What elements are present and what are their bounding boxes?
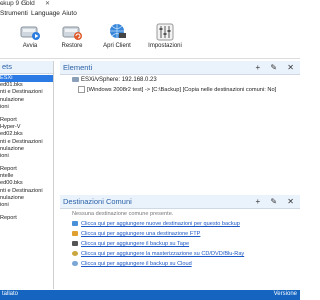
settings-sliders-icon [156, 23, 174, 41]
empty-destinations-note: Nessuna destinazione comune presente. [72, 211, 174, 217]
server-node[interactable]: ESXi/vSphere: 192.168.0.23 [72, 77, 157, 83]
backup-item[interactable]: [Windows 2008r2 test] -> [C:\Backup] [Co… [78, 86, 276, 93]
disk-play-icon [20, 26, 40, 40]
status-bar: tallato Versione [0, 290, 300, 300]
restore-button[interactable]: Restore [52, 20, 92, 58]
add-disc-link[interactable]: Clicca qui per aggiungere la masterizzaz… [72, 251, 244, 257]
elementi-panel: Elementi + ✎ ✕ ESXi/vSphere: 192.168.0.2… [60, 61, 300, 191]
tree-item[interactable]: Report [0, 117, 53, 124]
menu-language[interactable]: Language [31, 10, 60, 17]
add-destination-link[interactable]: Clicca qui per aggiungere nuove destinaz… [72, 221, 240, 227]
tree-item[interactable]: ed02.bks [0, 131, 53, 138]
apri-client-button[interactable]: Apri Client [97, 20, 137, 58]
link-text: Clicca qui per aggiungere la masterizzaz… [81, 251, 245, 257]
menu-aiuto[interactable]: Aiuto [62, 10, 77, 17]
add-tape-link[interactable]: Clicca qui per aggiungere il backup su T… [72, 241, 189, 247]
tree-item[interactable]: nti e Destinazioni [0, 139, 53, 146]
apri-client-label: Apri Client [103, 43, 131, 49]
vm-icon [78, 86, 85, 93]
server-label: ESXi/vSphere: 192.168.0.23 [81, 77, 157, 84]
left-panel-title: ets [0, 61, 53, 74]
status-left: tallato [2, 291, 19, 297]
tape-icon [72, 241, 78, 247]
network-client-icon [110, 24, 126, 38]
tree-item[interactable]: ioni [0, 153, 53, 160]
impostazioni-label: Impostazioni [148, 43, 182, 49]
toolbar: Avvia Restore Apri Client Impostazioni [0, 20, 300, 58]
avvia-label: Avvia [22, 43, 38, 49]
elementi-title: Elementi [63, 63, 93, 72]
folder-icon [72, 221, 78, 227]
link-text: Clicca qui per aggiungere nuove destinaz… [81, 221, 240, 227]
tree-item[interactable]: ESXi [0, 75, 53, 83]
tree-item[interactable]: nulazione [0, 97, 53, 104]
toolbar-divider [0, 58, 300, 59]
window-controls[interactable]: ─ ☐ ✕ [0, 0, 298, 7]
link-text: Clicca qui per aggiungere il backup su T… [81, 241, 190, 247]
avvia-button[interactable]: Avvia [10, 20, 50, 58]
tree-item[interactable]: ed00.bks [0, 180, 53, 187]
disk-restore-icon [62, 26, 82, 40]
server-icon [72, 77, 79, 82]
title-bar: ckup 9 Gold ─ ☐ ✕ [0, 0, 300, 9]
tree-item[interactable]: nti e Destinazioni [0, 188, 53, 195]
destinazioni-panel: Destinazioni Comuni + ✎ ✕ Nessuna destin… [60, 195, 300, 289]
tree-item[interactable]: Report [0, 166, 53, 173]
elementi-header: Elementi + ✎ ✕ [60, 61, 300, 75]
tree-item[interactable]: ioni [0, 202, 53, 209]
ftp-icon [72, 231, 78, 237]
destinazioni-header: Destinazioni Comuni + ✎ ✕ [60, 195, 300, 209]
impostazioni-button[interactable]: Impostazioni [145, 20, 185, 58]
cloud-icon [72, 261, 78, 267]
link-text: Clicca qui per aggiungere il backup su C… [81, 261, 192, 267]
disc-icon [72, 251, 78, 257]
tree-item[interactable]: Report [0, 215, 53, 222]
menu-bar: Strumenti Language Aiuto [0, 10, 300, 19]
tree-item[interactable]: nti e Destinazioni [0, 89, 53, 96]
elementi-actions[interactable]: + ✎ ✕ [255, 61, 298, 74]
tree-item[interactable]: nulazione [0, 195, 53, 202]
tree-item[interactable]: ed01.bks [0, 82, 53, 89]
backup-item-label: [Windows 2008r2 test] -> [C:\Backup] [Co… [87, 87, 277, 93]
tree-item[interactable]: nulazione [0, 146, 53, 153]
restore-label: Restore [61, 43, 83, 49]
add-ftp-link[interactable]: Clicca qui per aggiungere una destinazio… [72, 231, 200, 237]
menu-strumenti[interactable]: Strumenti [0, 10, 28, 17]
status-version: Versione [273, 291, 297, 297]
add-cloud-link[interactable]: Clicca qui per aggiungere il backup su C… [72, 261, 192, 267]
tree-item[interactable]: Hyper-V [0, 124, 53, 131]
link-text: Clicca qui per aggiungere una destinazio… [81, 231, 201, 237]
tree-item[interactable]: ioni [0, 104, 53, 111]
destinazioni-actions[interactable]: + ✎ ✕ [255, 195, 298, 208]
main-area: Elementi + ✎ ✕ ESXi/vSphere: 192.168.0.2… [60, 61, 300, 289]
tree-item[interactable]: ntelle [0, 173, 53, 180]
left-panel: ets ESXi ed01.bks nti e Destinazioni nul… [0, 61, 54, 289]
backup-set-tree: ESXi ed01.bks nti e Destinazioni nulazio… [0, 74, 53, 222]
destinazioni-title: Destinazioni Comuni [63, 197, 132, 206]
